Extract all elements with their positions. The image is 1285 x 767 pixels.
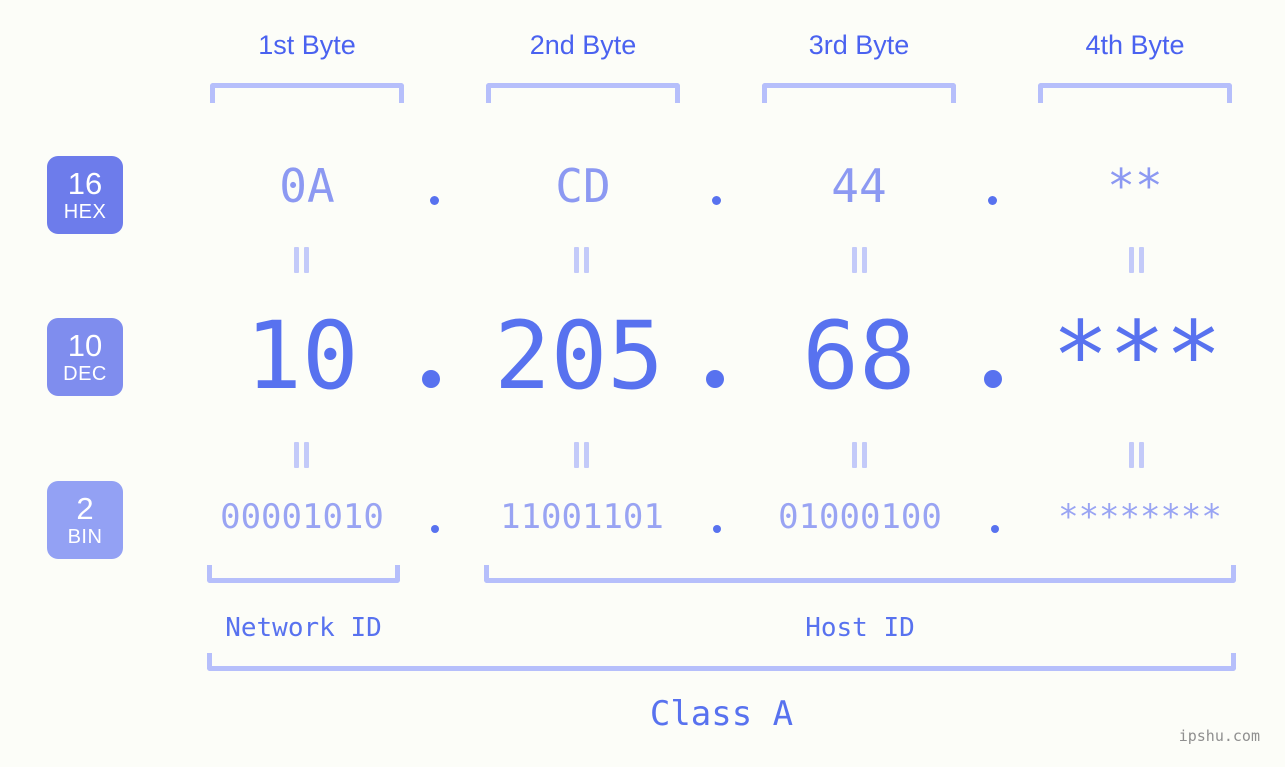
bin-byte-3: 01000100 [778,497,942,537]
class-label: Class A [649,694,794,734]
dec-dot-3 [984,370,1002,388]
byte-bracket-4 [1038,83,1232,103]
host-id-bracket [484,565,1236,583]
dec-dot-2 [706,370,724,388]
equals-hex-dec-3 [852,247,868,273]
equals-dec-bin-2 [574,442,590,468]
radix-base-hex: 16 [67,166,103,201]
equals-dec-bin-3 [852,442,868,468]
network-id-label: Network ID [225,613,382,643]
byte-bracket-2 [486,83,680,103]
radix-badge-dec: 10 DEC [47,318,123,396]
bin-dot-1 [431,525,439,533]
bin-dot-3 [991,525,999,533]
radix-badge-hex: 16 HEX [47,156,123,234]
hex-dot-1 [430,196,439,205]
bin-dot-2 [713,525,721,533]
hex-dot-2 [712,196,721,205]
bin-byte-4: ******** [1058,497,1222,537]
byte-header-2: 2nd Byte [529,30,637,60]
network-id-bracket [207,565,400,583]
equals-dec-bin-4 [1129,442,1145,468]
dec-dot-1 [422,370,440,388]
equals-hex-dec-2 [574,247,590,273]
ip-address-breakdown-diagram: 1st Byte 2nd Byte 3rd Byte 4th Byte 16 H… [0,0,1285,767]
radix-name-bin: BIN [67,526,103,548]
radix-name-hex: HEX [63,201,107,223]
dec-byte-3: 68 [802,302,916,411]
hex-byte-1: 0A [279,159,335,213]
byte-header-1: 1st Byte [258,30,356,60]
equals-hex-dec-4 [1129,247,1145,273]
byte-header-4: 4th Byte [1085,30,1185,60]
equals-dec-bin-1 [294,442,310,468]
radix-badge-bin: 2 BIN [47,481,123,559]
radix-base-bin: 2 [76,491,94,526]
dec-byte-1: 10 [245,302,359,411]
radix-base-dec: 10 [67,328,103,363]
bin-byte-2: 11001101 [500,497,664,537]
bin-byte-1: 00001010 [220,497,384,537]
byte-header-3: 3rd Byte [808,30,910,60]
site-watermark: ipshu.com [1178,727,1260,745]
class-bracket [207,653,1236,671]
equals-hex-dec-1 [294,247,310,273]
hex-dot-3 [988,196,997,205]
host-id-label: Host ID [805,613,915,643]
hex-byte-3: 44 [831,159,887,213]
byte-bracket-1 [210,83,404,103]
dec-byte-4: *** [1052,302,1222,411]
hex-byte-4: ** [1107,159,1163,213]
radix-name-dec: DEC [63,363,107,385]
hex-byte-2: CD [555,159,611,213]
byte-bracket-3 [762,83,956,103]
dec-byte-2: 205 [494,302,664,411]
